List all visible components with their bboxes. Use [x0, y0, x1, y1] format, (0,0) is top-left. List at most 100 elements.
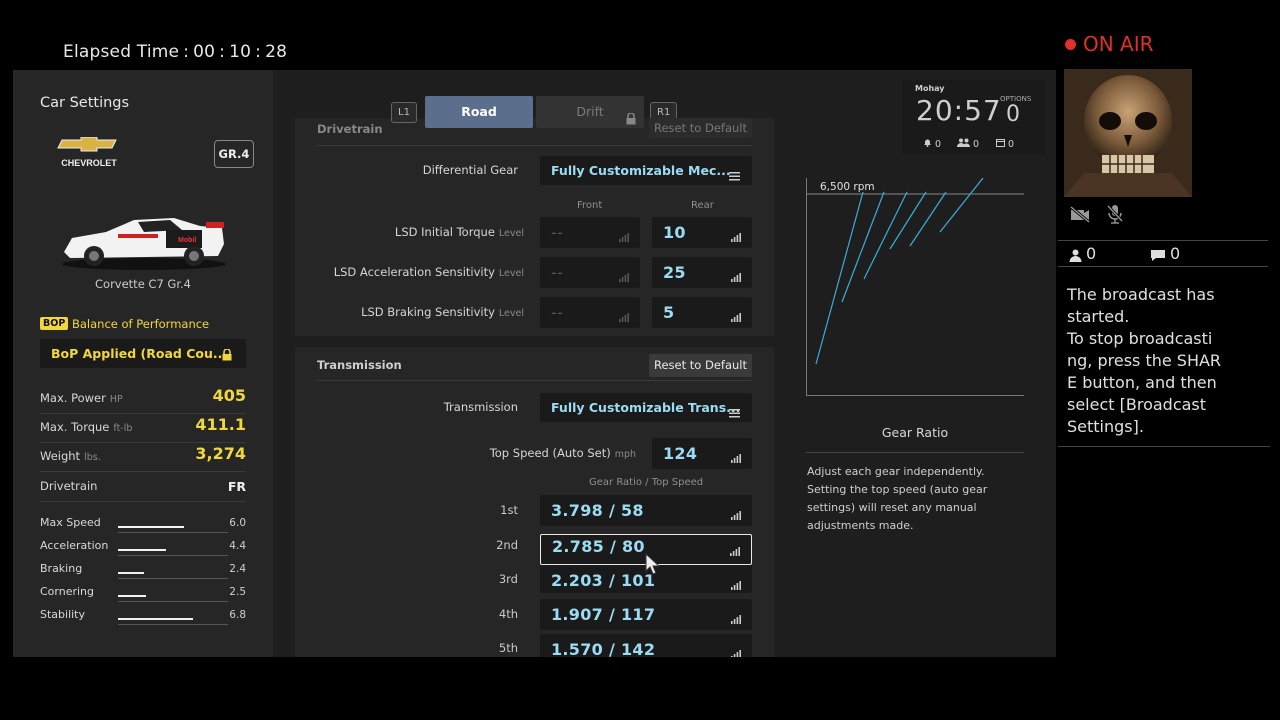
gear-label-2nd: 2nd [496, 538, 518, 552]
level-bars-icon [731, 644, 741, 657]
perf-value: 6.8 [229, 609, 246, 621]
row-label-text: LSD Initial Torque [394, 225, 495, 239]
gear-line-6 [939, 177, 984, 233]
message-line: E button, and then [1067, 373, 1217, 392]
elapsed-hours: 00 [193, 42, 216, 62]
tab-drift[interactable]: Drift [536, 96, 644, 128]
perf-value: 2.4 [229, 563, 246, 575]
graph-description: Adjust each gear independently. Setting … [807, 465, 988, 532]
elapsed-time: Elapsed Time:00:10:28 [63, 42, 288, 62]
lsd-initial-rear-field[interactable]: 10 [652, 217, 752, 248]
field-value: 10 [663, 223, 686, 242]
lsd-braking-front-field[interactable]: -- [540, 297, 640, 328]
lsd-initial-front-field[interactable]: -- [540, 217, 640, 248]
car-image: Mobil [58, 208, 230, 272]
differential-dropdown[interactable]: Fully Customizable Mec... [540, 156, 752, 185]
lsd-accel-label: LSD Acceleration Sensitivity Level [310, 265, 524, 279]
top-speed-label: Top Speed (Auto Set) mph [330, 446, 636, 460]
l1-key[interactable]: L1 [391, 102, 417, 123]
broadcast-message: The broadcast has started. To stop broad… [1067, 284, 1227, 438]
message-line: Settings]. [1067, 417, 1144, 436]
field-value: 2.203 / 101 [551, 571, 656, 590]
tab-drift-label: Drift [576, 104, 604, 119]
gear-line-1 [815, 191, 864, 365]
perf-label: Cornering [40, 585, 95, 598]
notification-stat: 0 [923, 138, 941, 150]
divider [317, 145, 752, 146]
perf-row-stability: Stability 6.8 [40, 608, 246, 628]
field-value: 2.785 / 80 [552, 537, 645, 556]
message-line: To stop broadcasti [1067, 329, 1213, 348]
comment-count: 0 [1170, 244, 1181, 263]
row-label-text: LSD Acceleration Sensitivity [333, 265, 495, 279]
level-bars-icon [731, 505, 741, 524]
lsd-braking-rear-field[interactable]: 5 [652, 297, 752, 328]
options-count: 0 [1006, 102, 1020, 127]
sidebar-title: Car Settings [40, 95, 130, 111]
gear-4th-field[interactable]: 1.907 / 117 [540, 599, 752, 630]
diff-label: Differential Gear [422, 163, 518, 177]
level-bars-icon [619, 267, 629, 286]
gear-5th-row-clip: 5th 1.570 / 142 [478, 634, 752, 657]
top-speed-field[interactable]: 124 [652, 438, 752, 469]
gear-label-3rd: 3rd [498, 572, 518, 586]
gear-label-4th: 4th [498, 607, 518, 621]
menu-icon [729, 166, 740, 185]
mic-off-icon[interactable] [1106, 204, 1124, 228]
friends-count: 0 [973, 139, 980, 150]
dropdown-value: Fully Customizable Mec... [551, 163, 731, 178]
perf-row-braking: Braking 2.4 [40, 562, 246, 582]
col-rear: Rear [691, 200, 714, 211]
spec-weight: Weight lbs. 3,274 [40, 443, 246, 472]
message-line: The broadcast has [1067, 285, 1215, 304]
notification-count: 0 [935, 139, 942, 150]
level-bars-icon [731, 267, 741, 286]
level-bars-icon [619, 307, 629, 326]
gear-label-5th: 5th [498, 641, 518, 655]
field-value: 1.570 / 142 [551, 640, 656, 657]
perf-bar [118, 572, 228, 579]
spec-label: Max. Power [40, 391, 106, 405]
svg-text:CHEVROLET: CHEVROLET [61, 158, 117, 168]
field-value: -- [551, 303, 564, 322]
gear-1st-field[interactable]: 3.798 / 58 [540, 495, 752, 526]
dropdown-value: Fully Customizable Trans... [551, 400, 741, 415]
perf-bar [118, 618, 228, 625]
transmission-reset-button[interactable]: Reset to Default [649, 354, 752, 377]
gear-line-4 [889, 191, 927, 250]
perf-label: Max Speed [40, 516, 101, 529]
lsd-accel-front-field[interactable]: -- [540, 257, 640, 288]
message-line: select [Broadcast [1067, 395, 1207, 414]
transmission-dropdown[interactable]: Fully Customizable Trans... [540, 393, 752, 422]
row-unit: mph [614, 449, 636, 460]
field-value: 3.798 / 58 [551, 501, 644, 520]
perf-row-max-speed: Max Speed 6.0 [40, 516, 246, 536]
gear-line-5 [909, 191, 947, 247]
perf-bar [118, 549, 228, 556]
gear-line-3 [863, 191, 908, 280]
field-value: 1.907 / 117 [551, 605, 656, 624]
bell-icon [923, 139, 932, 150]
svg-text:Mobil: Mobil [178, 237, 196, 244]
drivetrain-reset-button[interactable]: Reset to Default [649, 118, 752, 138]
gear-label-1st: 1st [500, 503, 518, 517]
drivetrain-title: Drivetrain [317, 122, 383, 136]
lsd-accel-rear-field[interactable]: 25 [652, 257, 752, 288]
bop-value: BoP Applied (Road Cou... [51, 346, 228, 361]
gear-5th-field[interactable]: 1.570 / 142 [540, 634, 752, 657]
spec-value: 411.1 [195, 415, 246, 434]
perf-label: Stability [40, 608, 86, 621]
bop-tag: BOP [40, 317, 69, 330]
field-value: 25 [663, 263, 686, 282]
message-line: started. [1067, 307, 1130, 326]
camera-off-icon[interactable] [1069, 205, 1091, 227]
car-name: Corvette C7 Gr.4 [95, 277, 191, 291]
spec-max-power: Max. Power HP 405 [40, 385, 246, 414]
class-badge: GR.4 [214, 140, 254, 168]
level-bars-icon [731, 227, 741, 246]
chevrolet-logo: CHEVROLET [56, 136, 122, 171]
camera-feed [1064, 69, 1192, 197]
rpm-label: 6,500 rpm [820, 181, 875, 193]
tab-road[interactable]: Road [425, 96, 533, 128]
field-value: -- [551, 223, 564, 242]
